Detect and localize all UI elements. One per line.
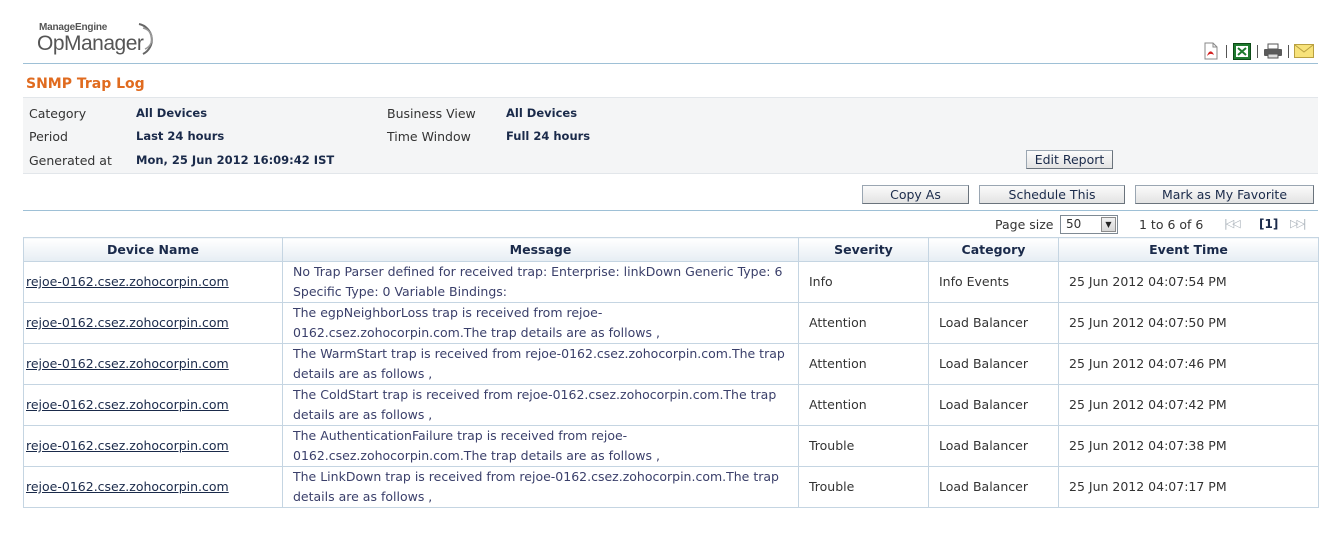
column-header-category[interactable]: Category xyxy=(928,237,1059,262)
table-row: rejoe-0162.csez.zohocorpin.com The LinkD… xyxy=(23,466,1319,508)
table-header-row: Device Name Message Severity Category Ev… xyxy=(23,237,1319,262)
mark-favorite-button[interactable]: Mark as My Favorite xyxy=(1135,185,1314,204)
first-page-icon[interactable]: |◁◁ xyxy=(1224,217,1241,230)
record-range: 1 to 6 of 6 xyxy=(1139,217,1204,232)
category-cell: Load Balancer xyxy=(928,343,1059,385)
device-link[interactable]: rejoe-0162.csez.zohocorpin.com xyxy=(26,397,229,412)
event-time-cell: 25 Jun 2012 04:07:50 PM xyxy=(1058,302,1319,344)
column-header-severity[interactable]: Severity xyxy=(798,237,929,262)
message-cell: The AuthenticationFailure trap is receiv… xyxy=(282,425,799,467)
table-row: rejoe-0162.csez.zohocorpin.com The ColdS… xyxy=(23,384,1319,426)
category-cell: Load Balancer xyxy=(928,466,1059,508)
pagination-bar: Page size 50 ▼ 1 to 6 of 6 |◁◁ [1] ▷▷| xyxy=(0,213,1336,235)
header-divider xyxy=(23,63,1318,64)
toolbar-divider xyxy=(23,210,1318,211)
trap-log-table: Device Name Message Severity Category Ev… xyxy=(23,237,1319,508)
category-value: All Devices xyxy=(136,106,208,120)
opmanager-logo: ManageEngine OpManager xyxy=(37,22,167,58)
event-time-cell: 25 Jun 2012 04:07:42 PM xyxy=(1058,384,1319,426)
generated-at-value: Mon, 25 Jun 2012 16:09:42 IST xyxy=(136,153,335,167)
business-view-value: All Devices xyxy=(506,106,578,120)
pdf-icon[interactable] xyxy=(1201,42,1221,60)
column-header-message[interactable]: Message xyxy=(282,237,799,262)
device-link[interactable]: rejoe-0162.csez.zohocorpin.com xyxy=(26,479,229,494)
category-cell: Load Balancer xyxy=(928,425,1059,467)
period-label: Period xyxy=(29,129,68,144)
message-cell: The LinkDown trap is received from rejoe… xyxy=(282,466,799,508)
category-cell: Load Balancer xyxy=(928,302,1059,344)
logo-arc-icon xyxy=(138,23,153,55)
toolbar-separator xyxy=(1288,44,1289,58)
email-icon[interactable] xyxy=(1294,42,1314,60)
severity-cell: Trouble xyxy=(798,425,929,467)
chevron-down-icon[interactable]: ▼ xyxy=(1101,217,1116,232)
toolbar-separator xyxy=(1226,44,1227,58)
event-time-cell: 25 Jun 2012 04:07:17 PM xyxy=(1058,466,1319,508)
device-link[interactable]: rejoe-0162.csez.zohocorpin.com xyxy=(26,315,229,330)
report-criteria-panel: Category All Devices Period Last 24 hour… xyxy=(23,97,1318,174)
table-row: rejoe-0162.csez.zohocorpin.com The egpNe… xyxy=(23,302,1319,344)
column-header-device-name[interactable]: Device Name xyxy=(23,237,283,262)
category-cell: Info Events xyxy=(928,261,1059,303)
device-link[interactable]: rejoe-0162.csez.zohocorpin.com xyxy=(26,274,229,289)
message-cell: No Trap Parser defined for received trap… xyxy=(282,261,799,303)
time-window-label: Time Window xyxy=(387,129,471,144)
period-value: Last 24 hours xyxy=(136,129,225,143)
event-time-cell: 25 Jun 2012 04:07:46 PM xyxy=(1058,343,1319,385)
severity-cell: Trouble xyxy=(798,466,929,508)
page-title: SNMP Trap Log xyxy=(26,76,145,92)
schedule-this-button[interactable]: Schedule This xyxy=(979,185,1125,204)
business-view-label: Business View xyxy=(387,106,476,121)
device-link[interactable]: rejoe-0162.csez.zohocorpin.com xyxy=(26,438,229,453)
edit-report-button[interactable]: Edit Report xyxy=(1026,150,1113,169)
page-size-select[interactable]: 50 ▼ xyxy=(1060,215,1118,234)
event-time-cell: 25 Jun 2012 04:07:38 PM xyxy=(1058,425,1319,467)
message-cell: The WarmStart trap is received from rejo… xyxy=(282,343,799,385)
table-row: rejoe-0162.csez.zohocorpin.com No Trap P… xyxy=(23,261,1319,303)
severity-cell: Attention xyxy=(798,384,929,426)
message-cell: The ColdStart trap is received from rejo… xyxy=(282,384,799,426)
excel-icon[interactable] xyxy=(1232,42,1252,60)
column-header-event-time[interactable]: Event Time xyxy=(1058,237,1319,262)
toolbar-separator xyxy=(1257,44,1258,58)
export-toolbar xyxy=(1201,42,1314,60)
page-size-value: 50 xyxy=(1066,217,1082,231)
severity-cell: Info xyxy=(798,261,929,303)
current-page: [1] xyxy=(1259,217,1279,231)
device-link[interactable]: rejoe-0162.csez.zohocorpin.com xyxy=(26,356,229,371)
time-window-value: Full 24 hours xyxy=(506,129,591,143)
severity-cell: Attention xyxy=(798,343,929,385)
print-icon[interactable] xyxy=(1263,42,1283,60)
severity-cell: Attention xyxy=(798,302,929,344)
page-size-label: Page size xyxy=(995,217,1054,232)
copy-as-button[interactable]: Copy As xyxy=(862,185,969,204)
category-label: Category xyxy=(29,106,87,121)
table-row: rejoe-0162.csez.zohocorpin.com The Authe… xyxy=(23,425,1319,467)
event-time-cell: 25 Jun 2012 04:07:54 PM xyxy=(1058,261,1319,303)
message-cell: The egpNeighborLoss trap is received fro… xyxy=(282,302,799,344)
brand-name-text: OpManager xyxy=(37,32,144,55)
table-row: rejoe-0162.csez.zohocorpin.com The WarmS… xyxy=(23,343,1319,385)
generated-at-label: Generated at xyxy=(29,153,112,168)
category-cell: Load Balancer xyxy=(928,384,1059,426)
last-page-icon[interactable]: ▷▷| xyxy=(1290,217,1307,230)
